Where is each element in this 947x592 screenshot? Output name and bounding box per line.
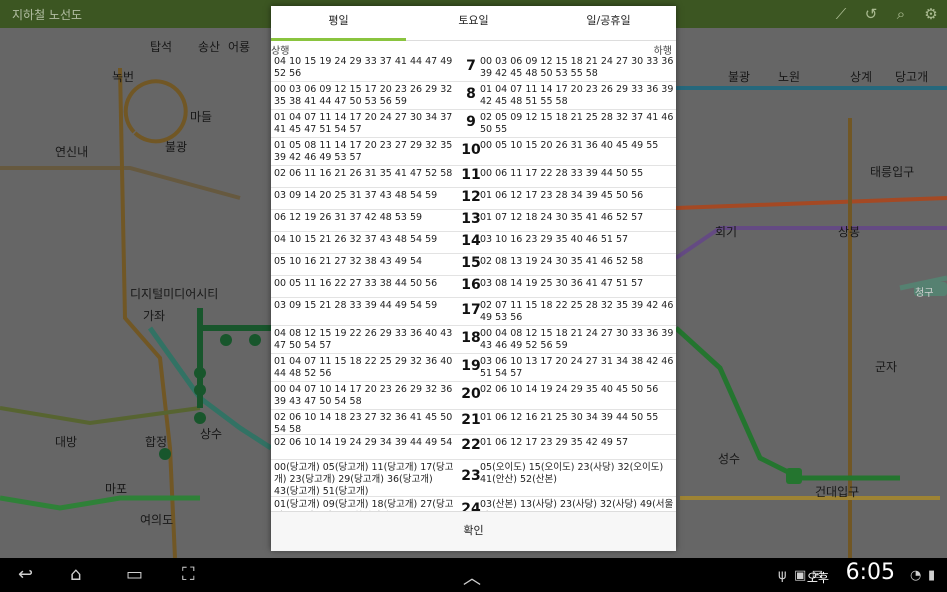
departure-times-down: 01 06 12 16 21 25 30 34 39 44 50 55 [480, 412, 659, 423]
departure-times-down: 01 07 12 18 24 30 35 41 46 52 57 [480, 212, 644, 223]
timetable-row: 02 06 10 14 18 23 27 32 36 41 45 50 54 5… [271, 410, 676, 435]
tab-holiday[interactable]: 일/공휴일 [541, 6, 676, 40]
screenshot-icon[interactable]: ⛶ [182, 564, 195, 585]
departure-times-down: 02 08 13 19 24 30 35 41 46 52 58 [480, 256, 644, 267]
timetable-row: 04 08 12 15 19 22 26 29 33 36 40 43 47 5… [271, 326, 676, 354]
departure-times-up: 01 04 07 11 14 17 20 24 27 30 34 37 41 4… [274, 112, 453, 135]
home-icon[interactable]: ⌂ [70, 564, 81, 585]
departure-times-up: 02 06 10 14 19 24 29 34 39 44 49 54 [274, 437, 453, 448]
departure-times-down: 02 05 09 12 15 18 21 25 28 32 37 41 46 5… [480, 112, 674, 135]
departure-times-down: 03 06 10 13 17 20 24 27 31 34 38 42 46 5… [480, 356, 674, 379]
departure-times-up: 06 12 19 26 31 37 42 48 53 59 [274, 212, 423, 223]
timetable-row: 00 03 06 09 12 15 17 20 23 26 29 32 35 3… [271, 82, 676, 110]
recent-apps-icon[interactable]: ▭ [126, 564, 143, 585]
timetable-row: 04 10 15 21 26 32 37 43 48 54 59 14 03 10 … [271, 232, 676, 254]
timetable-row: 03 09 14 20 25 31 37 43 48 54 59 12 01 06 … [271, 188, 676, 210]
departure-times-up: 00 05 11 16 22 27 33 38 44 50 56 [274, 278, 438, 289]
back-icon[interactable]: ↩ [18, 564, 33, 585]
departure-times-up: 05 10 16 21 27 32 38 43 49 54 [274, 256, 423, 267]
up-chevron-icon[interactable]: ︿ [463, 564, 481, 590]
system-nav-bar: ↩ ⌂ ▭ ⛶ ︿ ψ ▣ ✉ 오후 6:05 ◔ ▮ [0, 558, 947, 592]
wifi-icon: ◔ [910, 568, 922, 583]
departure-times-down: 00 05 10 15 20 26 31 36 40 45 49 55 [480, 140, 659, 151]
timetable-rows[interactable]: 04 10 15 19 24 29 33 37 41 44 47 49 52 5… [271, 54, 676, 525]
departure-times-up: 03 09 15 21 28 33 39 44 49 54 59 [274, 300, 438, 311]
departure-times-up: 01 05 08 11 14 17 20 23 27 29 32 35 39 4… [274, 140, 453, 163]
clock-time: 6:05 [845, 560, 895, 585]
departure-times-up: 04 10 15 19 24 29 33 37 41 44 47 49 52 5… [274, 56, 453, 79]
departure-times-down: 00 03 06 09 12 15 18 21 24 27 30 33 36 3… [480, 56, 674, 79]
departure-times-down: 05(오이도) 15(오이도) 23(사당) 32(오이도) 41(안산) 52… [480, 462, 664, 485]
departure-times-up: 03 09 14 20 25 31 37 43 48 54 59 [274, 190, 438, 201]
timetable-row: 03 09 15 21 28 33 39 44 49 54 59 17 02 07 … [271, 298, 676, 326]
timetable-dialog: 평일 토요일 일/공휴일 상행 하행 04 10 15 19 24 29 33 … [271, 6, 676, 551]
departure-times-up: 00(당고개) 05(당고개) 11(당고개) 17(당고개) 23(당고개) … [274, 462, 454, 497]
timetable-row: 02 06 10 14 19 24 29 34 39 44 49 54 22 01 … [271, 435, 676, 460]
timetable-row: 05 10 16 21 27 32 38 43 49 54 15 02 08 13 … [271, 254, 676, 276]
timetable-row: 01 05 08 11 14 17 20 23 27 29 32 35 39 4… [271, 138, 676, 166]
departure-times-up: 04 10 15 21 26 32 37 43 48 54 59 [274, 234, 438, 245]
timetable-row: 01 04 07 11 14 17 20 24 27 30 34 37 41 4… [271, 110, 676, 138]
departure-times-up: 02 06 11 16 21 26 31 35 41 47 52 58 [274, 168, 453, 179]
day-type-tabs: 평일 토요일 일/공휴일 [271, 6, 676, 41]
clock-ampm: 오후 [806, 571, 829, 585]
departure-times-up: 02 06 10 14 18 23 27 32 36 41 45 50 54 5… [274, 412, 453, 435]
timetable-row: 00 05 11 16 22 27 33 38 44 50 56 16 03 08 … [271, 276, 676, 298]
departure-times-down: 01 06 12 17 23 28 34 39 45 50 56 [480, 190, 644, 201]
departure-times-down: 02 06 10 14 19 24 29 35 40 45 50 56 [480, 384, 659, 395]
battery-icon: ▮ [928, 568, 936, 583]
departure-times-down: 01 04 07 11 14 17 20 23 26 29 33 36 39 4… [480, 84, 674, 107]
image-icon: ▣ [794, 568, 807, 583]
departure-times-down: 00 04 08 12 15 18 21 24 27 30 33 36 39 4… [480, 328, 674, 351]
timetable-row: 00(당고개) 05(당고개) 11(당고개) 17(당고개) 23(당고개) … [271, 460, 676, 497]
timetable-row: 02 06 11 16 21 26 31 35 41 47 52 58 11 00 … [271, 166, 676, 188]
tab-weekday[interactable]: 평일 [271, 6, 406, 41]
departure-times-down: 02 07 11 15 18 22 25 28 32 35 39 42 46 4… [480, 300, 674, 323]
departure-times-down: 01 06 12 17 23 29 35 42 49 57 [480, 437, 629, 448]
departure-times-down: 00 06 11 17 22 28 33 39 44 50 55 [480, 168, 644, 179]
timetable-row: 01 04 07 11 15 18 22 25 29 32 36 40 44 4… [271, 354, 676, 382]
usb-icon: ψ [778, 568, 787, 583]
tab-saturday[interactable]: 토요일 [406, 6, 541, 40]
departure-times-up: 00 03 06 09 12 15 17 20 23 26 29 32 35 3… [274, 84, 453, 107]
departure-times-down: 03 08 14 19 25 30 36 41 47 51 57 [480, 278, 644, 289]
departure-times-up: 00 04 07 10 14 17 20 23 26 29 32 36 39 4… [274, 384, 453, 407]
confirm-button[interactable]: 확인 [271, 511, 676, 551]
departure-times-up: 04 08 12 15 19 22 26 29 33 36 40 43 47 5… [274, 328, 453, 351]
timetable-row: 04 10 15 19 24 29 33 37 41 44 47 49 52 5… [271, 54, 676, 82]
departure-times-up: 01 04 07 11 15 18 22 25 29 32 36 40 44 4… [274, 356, 453, 379]
timetable-row: 00 04 07 10 14 17 20 23 26 29 32 36 39 4… [271, 382, 676, 410]
departure-times-down: 03 10 16 23 29 35 40 46 51 57 [480, 234, 629, 245]
timetable-row: 06 12 19 26 31 37 42 48 53 59 13 01 07 12 … [271, 210, 676, 232]
